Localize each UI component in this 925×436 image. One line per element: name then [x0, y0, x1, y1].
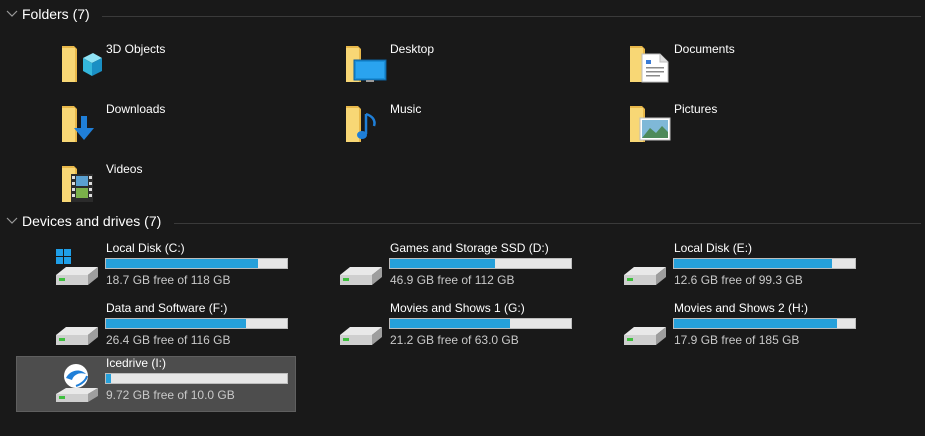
- drive-name: Games and Storage SSD (D:): [390, 241, 549, 255]
- folder-label: 3D Objects: [106, 42, 166, 56]
- group-divider: [174, 223, 921, 224]
- drive-name: Local Disk (E:): [674, 241, 753, 255]
- drive-usage-fill: [106, 259, 259, 268]
- drive-free-space: 26.4 GB free of 116 GB: [106, 333, 231, 347]
- folder-label: Downloads: [106, 102, 166, 116]
- drive-usage-bar: [389, 318, 572, 329]
- drive-tile-h[interactable]: Movies and Shows 2 (H:) 17.9 GB free of …: [584, 301, 864, 357]
- drive-free-space: 17.9 GB free of 185 GB: [674, 333, 800, 347]
- file-explorer-this-pc-view: Folders (7) 3D Objects Desktop Documents…: [0, 0, 925, 436]
- hard-drive-icon: [56, 327, 98, 345]
- drive-usage-bar: [105, 258, 288, 269]
- drive-tile-c[interactable]: Local Disk (C:) 18.7 GB free of 118 GB: [16, 241, 296, 297]
- folder-tile-3d-objects[interactable]: 3D Objects: [16, 36, 294, 92]
- drive-free-space: 46.9 GB free of 112 GB: [390, 273, 515, 287]
- drive-usage-bar: [673, 258, 856, 269]
- drive-tile-e[interactable]: Local Disk (E:) 12.6 GB free of 99.3 GB: [584, 241, 864, 297]
- icedrive-drive-icon: [56, 364, 98, 402]
- hard-drive-icon: [340, 327, 382, 345]
- windows-drive-icon: [56, 249, 98, 285]
- drives-group-title: Devices and drives (7): [22, 213, 162, 229]
- drive-tile-d[interactable]: Games and Storage SSD (D:) 46.9 GB free …: [300, 241, 580, 297]
- drive-tile-f[interactable]: Data and Software (F:) 26.4 GB free of 1…: [16, 301, 296, 357]
- group-divider: [102, 16, 921, 17]
- hard-drive-icon: [624, 327, 666, 345]
- folder-label: Desktop: [390, 42, 435, 56]
- documents-folder-icon: [630, 46, 669, 83]
- drive-usage-bar: [105, 373, 288, 384]
- drive-free-space: 9.72 GB free of 10.0 GB: [106, 388, 235, 402]
- drive-name: Icedrive (I:): [106, 356, 167, 370]
- pictures-folder-icon: [630, 106, 671, 142]
- desktop-folder-icon: [346, 46, 387, 82]
- folder-tile-pictures[interactable]: Pictures: [584, 96, 862, 152]
- drive-tile-i[interactable]: Icedrive (I:) 9.72 GB free of 10.0 GB: [16, 356, 296, 412]
- folder-label: Documents: [674, 42, 735, 56]
- hard-drive-icon: [340, 267, 382, 285]
- drive-usage-fill: [390, 319, 510, 328]
- drive-name: Data and Software (F:): [106, 301, 228, 315]
- folder-tile-documents[interactable]: Documents: [584, 36, 862, 92]
- chevron-down-icon[interactable]: [6, 8, 18, 20]
- drive-usage-fill: [674, 259, 832, 268]
- folder-label: Music: [390, 102, 422, 116]
- drive-usage-fill: [106, 319, 246, 328]
- drive-usage-fill: [674, 319, 838, 328]
- folders-group-title: Folders (7): [22, 6, 90, 22]
- drive-name: Local Disk (C:): [106, 241, 185, 255]
- drive-usage-bar: [389, 258, 572, 269]
- chevron-down-icon[interactable]: [6, 215, 18, 227]
- drive-usage-fill: [390, 259, 496, 268]
- folder-tile-desktop[interactable]: Desktop: [300, 36, 578, 92]
- drive-usage-bar: [105, 318, 288, 329]
- videos-folder-icon: [62, 166, 93, 202]
- hard-drive-icon: [624, 267, 666, 285]
- 3d-objects-folder-icon: [62, 46, 102, 82]
- drive-name: Movies and Shows 2 (H:): [674, 301, 809, 315]
- drive-name: Movies and Shows 1 (G:): [390, 301, 525, 315]
- folder-tile-downloads[interactable]: Downloads: [16, 96, 294, 152]
- drive-usage-fill: [106, 374, 112, 383]
- drive-free-space: 21.2 GB free of 63.0 GB: [390, 333, 519, 347]
- folder-label: Videos: [106, 162, 143, 176]
- drive-usage-bar: [673, 318, 856, 329]
- folder-label: Pictures: [674, 102, 718, 116]
- downloads-folder-icon: [62, 106, 94, 142]
- folder-tile-music[interactable]: Music: [300, 96, 578, 152]
- drive-free-space: 12.6 GB free of 99.3 GB: [674, 273, 803, 287]
- drive-free-space: 18.7 GB free of 118 GB: [106, 273, 231, 287]
- music-folder-icon: [346, 106, 376, 142]
- drives-group-header[interactable]: Devices and drives (7): [0, 211, 925, 233]
- folder-tile-videos[interactable]: Videos: [16, 156, 294, 212]
- drive-tile-g[interactable]: Movies and Shows 1 (G:) 21.2 GB free of …: [300, 301, 580, 357]
- folders-group-header[interactable]: Folders (7): [0, 4, 925, 26]
